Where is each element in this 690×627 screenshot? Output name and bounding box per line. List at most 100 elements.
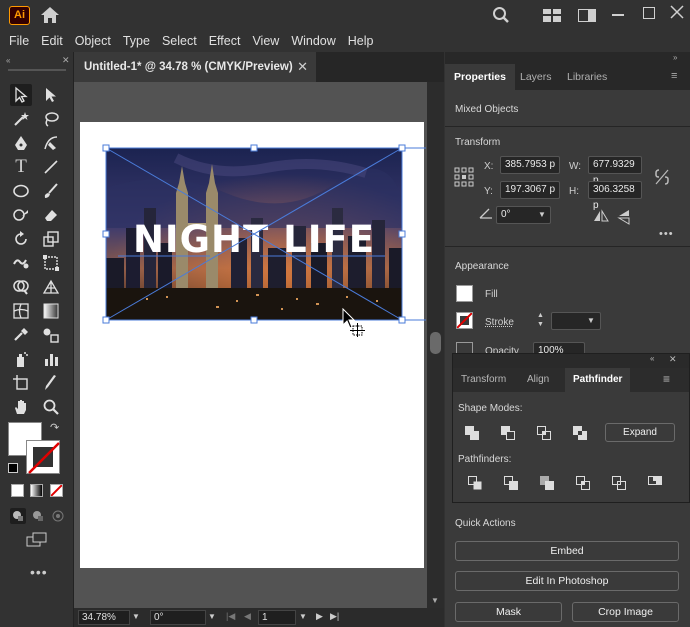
default-fill-stroke-icon[interactable] xyxy=(8,463,18,473)
screen-mode-icon[interactable] xyxy=(26,532,48,548)
menu-effect[interactable]: Effect xyxy=(203,30,247,52)
none-mode-icon[interactable] xyxy=(50,484,63,497)
divide-icon[interactable] xyxy=(467,475,483,491)
first-artboard-icon[interactable]: |◀ xyxy=(226,611,235,622)
pen-tool-icon[interactable] xyxy=(10,132,32,154)
trim-icon[interactable] xyxy=(503,475,519,491)
panel-menu-icon[interactable]: ≡ xyxy=(671,70,677,82)
crop-icon[interactable] xyxy=(575,475,591,491)
lasso-tool-icon[interactable] xyxy=(40,108,62,130)
perspective-grid-tool-icon[interactable] xyxy=(40,276,62,298)
column-graph-tool-icon[interactable] xyxy=(40,348,62,370)
gradient-tool-icon[interactable] xyxy=(40,300,62,322)
crop-image-button[interactable]: Crop Image xyxy=(572,602,679,622)
tab-properties[interactable]: Properties xyxy=(445,64,515,90)
embed-button[interactable]: Embed xyxy=(455,541,679,561)
search-icon[interactable] xyxy=(492,6,510,24)
home-icon[interactable] xyxy=(40,6,60,24)
tab-pathfinder[interactable]: Pathfinder xyxy=(565,368,631,392)
merge-icon[interactable] xyxy=(539,475,555,491)
zoom-dropdown-icon[interactable]: ▼ xyxy=(132,612,140,621)
panel-collapse-icon[interactable]: » xyxy=(673,53,677,62)
menu-file[interactable]: File xyxy=(3,30,35,52)
menu-type[interactable]: Type xyxy=(117,30,156,52)
minus-back-icon[interactable] xyxy=(647,475,663,491)
zoom-tool-icon[interactable] xyxy=(40,396,62,418)
x-position-field[interactable]: 385.7953 p xyxy=(500,156,560,174)
intersect-icon[interactable] xyxy=(536,425,552,441)
type-tool-icon[interactable]: T xyxy=(10,156,32,178)
scale-tool-icon[interactable] xyxy=(40,228,62,250)
selection-bounding-box[interactable] xyxy=(100,142,428,328)
menu-help[interactable]: Help xyxy=(342,30,380,52)
rotate-tool-icon[interactable] xyxy=(10,228,32,250)
previous-artboard-icon[interactable]: ◀ xyxy=(244,611,251,622)
minimize-icon[interactable] xyxy=(612,14,624,16)
draw-behind-icon[interactable] xyxy=(30,508,46,524)
edit-in-photoshop-button[interactable]: Edit In Photoshop xyxy=(455,571,679,591)
swap-fill-stroke-icon[interactable]: ↷ xyxy=(50,421,59,434)
y-position-field[interactable]: 197.3067 p xyxy=(500,181,560,199)
artboard-tool-icon[interactable] xyxy=(10,372,32,394)
draw-normal-icon[interactable] xyxy=(10,508,26,524)
direct-selection-tool-icon[interactable] xyxy=(40,84,62,106)
rotate-angle-dropdown-icon[interactable]: ▼ xyxy=(538,210,546,219)
close-icon[interactable] xyxy=(670,5,684,19)
rotation-dropdown-icon[interactable]: ▼ xyxy=(208,612,216,621)
more-transform-options-icon[interactable]: ••• xyxy=(659,228,674,240)
stroke-color-swatch[interactable] xyxy=(456,312,473,329)
shaper-tool-icon[interactable] xyxy=(10,204,32,226)
toolbar-close-icon[interactable]: ✕ xyxy=(62,55,70,66)
edit-toolbar-icon[interactable]: ••• xyxy=(30,564,48,580)
toolbar-grip[interactable] xyxy=(8,69,66,71)
artboard-number-field[interactable]: 1 xyxy=(258,610,296,625)
minus-front-icon[interactable] xyxy=(500,425,516,441)
symbol-sprayer-tool-icon[interactable] xyxy=(10,348,32,370)
scrollbar-thumb[interactable] xyxy=(430,332,441,354)
stroke-label[interactable]: Stroke xyxy=(485,317,514,328)
tab-layers[interactable]: Layers xyxy=(511,64,561,90)
exclude-icon[interactable] xyxy=(572,425,588,441)
rotation-field[interactable]: 0° xyxy=(150,610,206,625)
mask-button[interactable]: Mask xyxy=(455,602,562,622)
flip-vertical-icon[interactable] xyxy=(617,209,631,225)
pathfinder-menu-icon[interactable]: ≡ xyxy=(663,372,670,386)
scroll-down-arrow-icon[interactable]: ▼ xyxy=(431,596,439,605)
slice-tool-icon[interactable] xyxy=(40,372,62,394)
document-tab[interactable]: Untitled-1* @ 34.78 % (CMYK/Preview) ✕ xyxy=(74,52,316,82)
menu-object[interactable]: Object xyxy=(69,30,117,52)
eraser-tool-icon[interactable] xyxy=(40,204,62,226)
reference-point-icon[interactable] xyxy=(454,167,474,187)
toolbar-collapse-icon[interactable]: « xyxy=(6,56,10,65)
free-transform-tool-icon[interactable] xyxy=(40,252,62,274)
shape-builder-tool-icon[interactable] xyxy=(10,276,32,298)
stroke-weight-dropdown-icon[interactable]: ▼ xyxy=(587,316,595,325)
expand-button[interactable]: Expand xyxy=(605,423,675,442)
next-artboard-icon[interactable]: ▶ xyxy=(316,611,323,622)
pathfinder-collapse-icon[interactable]: « xyxy=(650,354,654,363)
ellipse-tool-icon[interactable] xyxy=(10,180,32,202)
constrain-proportions-icon[interactable] xyxy=(655,168,669,186)
stroke-swatch[interactable] xyxy=(26,440,60,474)
gradient-mode-icon[interactable] xyxy=(30,484,43,497)
last-artboard-icon[interactable]: ▶| xyxy=(330,611,339,622)
selection-tool-icon[interactable] xyxy=(10,84,32,106)
arrange-documents-icon[interactable] xyxy=(543,9,561,22)
menu-window[interactable]: Window xyxy=(285,30,341,52)
menu-select[interactable]: Select xyxy=(156,30,203,52)
eyedropper-tool-icon[interactable] xyxy=(10,324,32,346)
warp-tool-icon[interactable] xyxy=(10,252,32,274)
unite-icon[interactable] xyxy=(464,425,480,441)
tab-align[interactable]: Align xyxy=(519,368,557,392)
zoom-level-field[interactable]: 34.78% xyxy=(78,610,130,625)
draw-inside-icon[interactable] xyxy=(50,508,66,524)
color-mode-icon[interactable] xyxy=(11,484,24,497)
curvature-tool-icon[interactable] xyxy=(40,132,62,154)
workspace-switcher-icon[interactable] xyxy=(578,9,596,22)
blend-tool-icon[interactable] xyxy=(40,324,62,346)
height-field[interactable]: 306.3258 p xyxy=(588,181,642,211)
pathfinder-close-icon[interactable]: ✕ xyxy=(669,354,677,365)
artboard-dropdown-icon[interactable]: ▼ xyxy=(299,612,307,621)
document-tab-close-icon[interactable]: ✕ xyxy=(297,59,308,75)
fill-color-swatch[interactable] xyxy=(456,285,473,302)
